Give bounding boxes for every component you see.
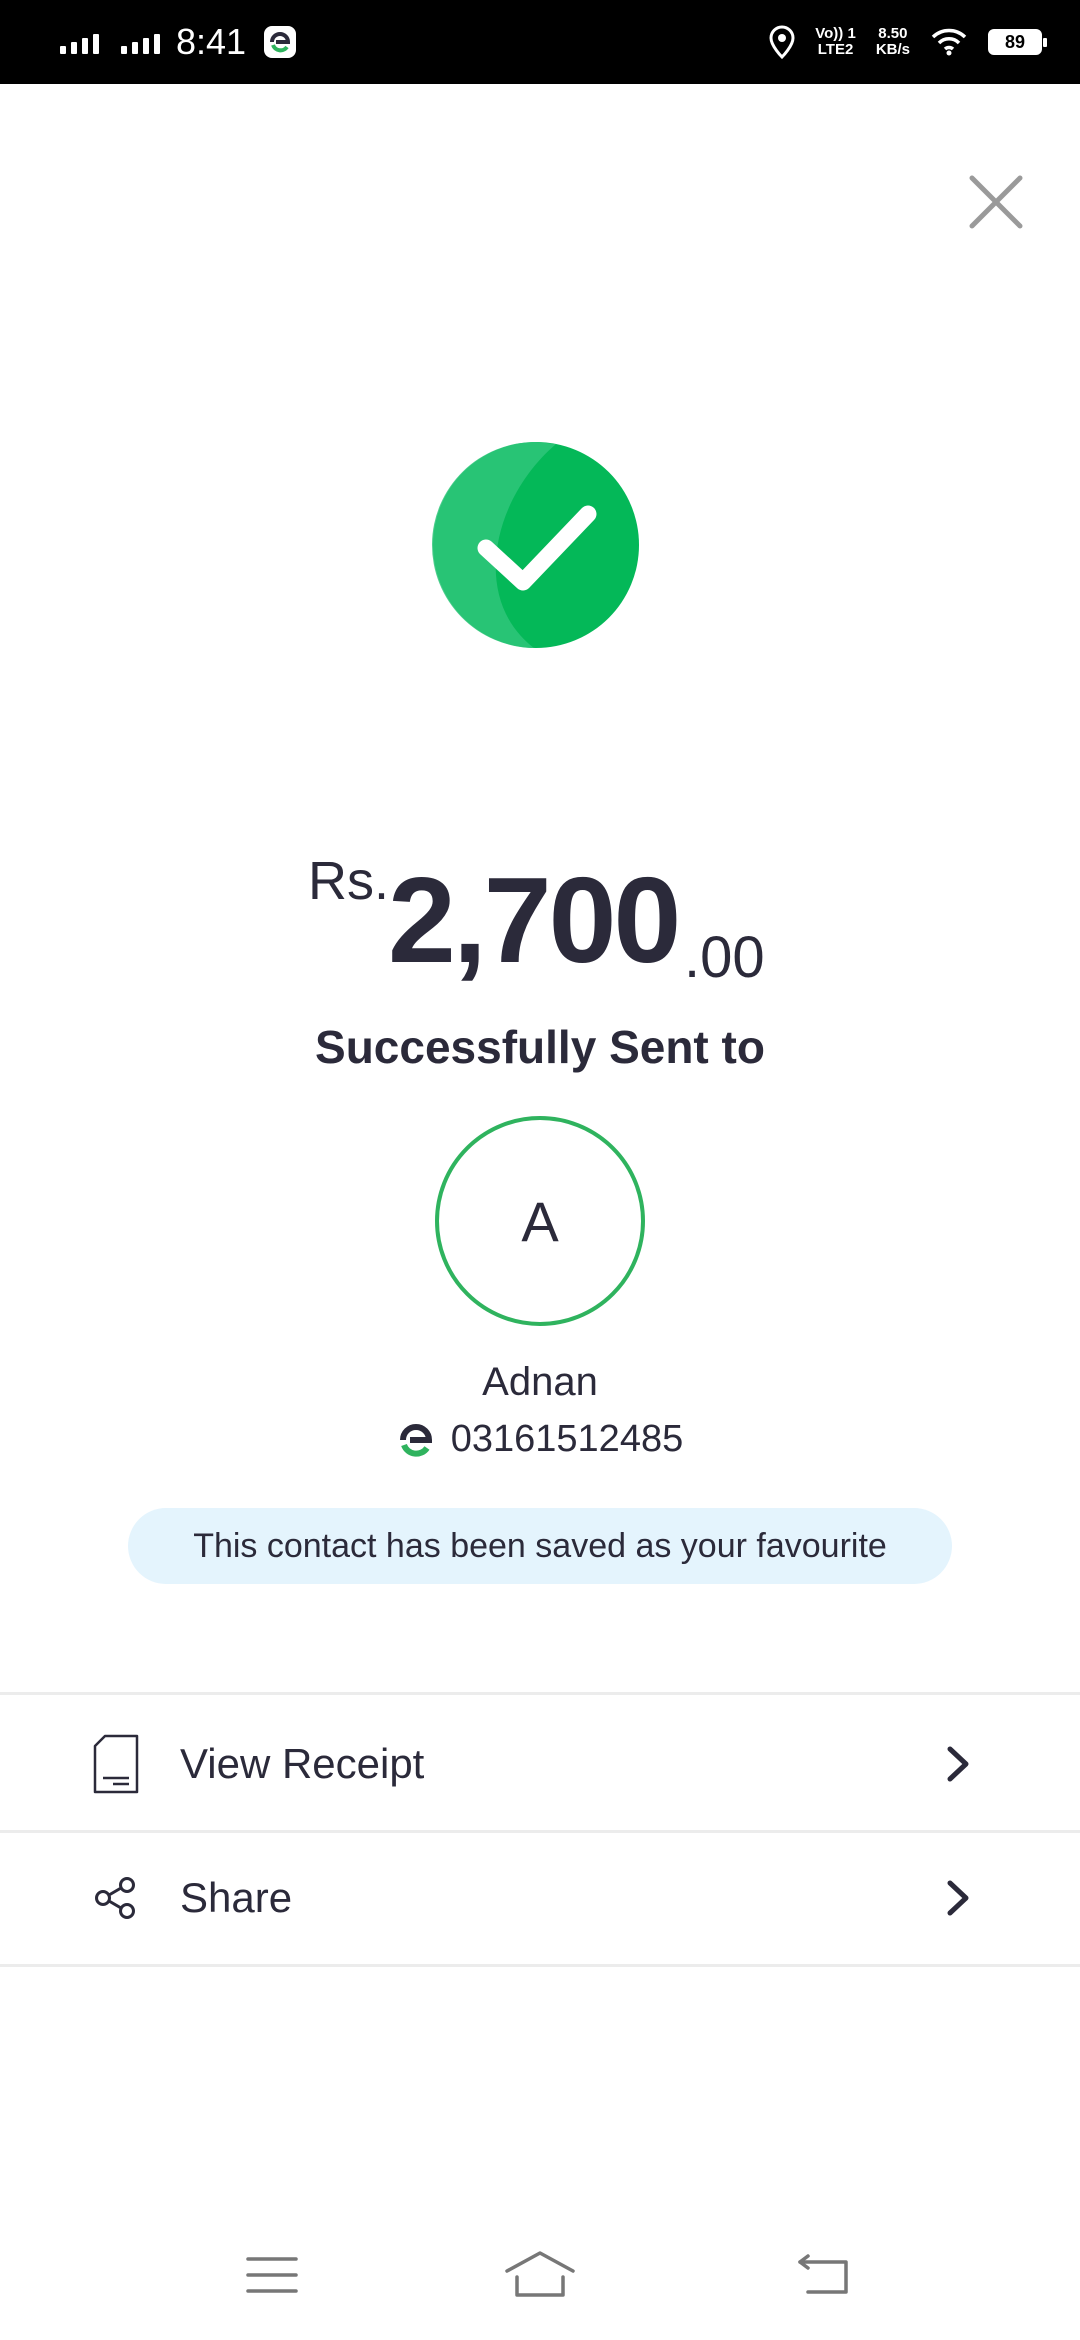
menu-icon (246, 2257, 298, 2293)
contact-number: 03161512485 (450, 1418, 684, 1460)
status-time: 8:41 (176, 21, 247, 62)
back-button[interactable] (784, 2240, 864, 2310)
battery-icon: 89 (988, 29, 1047, 55)
divider (0, 1692, 1080, 1695)
view-receipt-button[interactable]: View Receipt (0, 1698, 1080, 1830)
contact-name: Adnan (482, 1360, 598, 1404)
favourite-notice: This contact has been saved as your favo… (128, 1508, 952, 1584)
favourite-notice-text: This contact has been saved as your favo… (193, 1526, 887, 1565)
amount-value: 2,700 (388, 852, 681, 988)
easypaisa-app-icon (264, 26, 297, 58)
menu-button[interactable] (232, 2240, 312, 2310)
chevron-right-icon (947, 1880, 969, 1916)
share-label: Share (180, 1874, 293, 1921)
back-icon (798, 2254, 848, 2294)
home-icon (505, 2251, 575, 2297)
easypaisa-logo-icon (399, 1423, 432, 1457)
divider (0, 1964, 1080, 1967)
amount-currency: Rs. (308, 851, 389, 911)
avatar-initial: A (521, 1189, 559, 1253)
wifi-icon (931, 28, 967, 56)
location-icon (769, 25, 795, 59)
amount-display: Rs. 2,700 .00 (0, 840, 1080, 1000)
network-speed: 8.50 KB/s (875, 25, 910, 58)
chevron-right-icon (947, 1746, 969, 1782)
checkmark-icon (431, 441, 639, 648)
amount-decimals: .00 (684, 925, 765, 990)
share-icon (95, 1877, 135, 1919)
status-bar: 8:41 Vo)) 1 LTE2 8.50 KB/s 89 (0, 0, 1080, 84)
home-button[interactable] (500, 2240, 580, 2310)
view-receipt-label: View Receipt (180, 1740, 425, 1787)
signal-icon (60, 30, 99, 54)
receipt-icon (93, 1734, 139, 1794)
success-message: Successfully Sent to (315, 1021, 765, 1073)
avatar: A (435, 1116, 645, 1326)
close-icon (969, 175, 1023, 229)
network-indicator: Vo)) 1 LTE2 (815, 25, 856, 58)
contact-number-row: 03161512485 (0, 1418, 1080, 1461)
signal-icon (121, 30, 160, 54)
close-button[interactable] (966, 172, 1026, 232)
share-button[interactable]: Share (0, 1832, 1080, 1964)
payment-success-screen: 8:41 Vo)) 1 LTE2 8.50 KB/s 89 Rs. 2,700 … (0, 0, 1080, 2340)
